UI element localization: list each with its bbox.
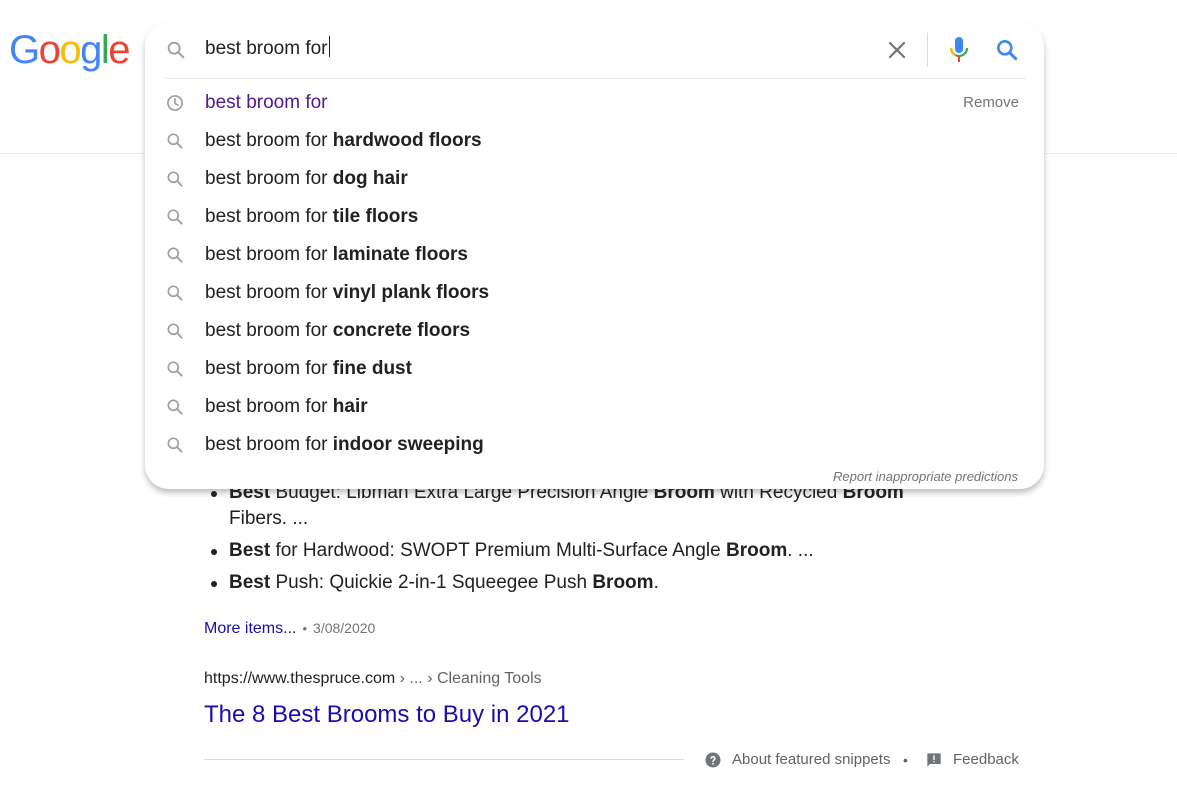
search-icon — [167, 437, 183, 453]
suggestion-prefix: best broom for — [205, 206, 333, 227]
logo-letter: o — [59, 28, 81, 72]
suggestion-prefix: best broom for — [205, 92, 328, 113]
snippet-highlight: Best — [229, 540, 271, 561]
logo-letter: e — [108, 28, 130, 72]
search-input[interactable]: best broom for — [205, 36, 330, 62]
suggestion-item[interactable]: best broom for hardwood floors — [145, 122, 1044, 160]
suggestion-text: best broom for hair — [205, 394, 368, 420]
suggestion-text: best broom for — [205, 90, 328, 116]
search-box: best broom for best broom for Remove best … — [145, 22, 1044, 489]
suggestion-item[interactable]: best broom for concrete floors — [145, 312, 1044, 350]
suggestion-text: best broom for tile floors — [205, 204, 418, 230]
suggestion-prefix: best broom for — [205, 396, 333, 417]
suggestion-item[interactable]: best broom for hair — [145, 388, 1044, 426]
history-clock-icon — [167, 95, 183, 111]
result-url[interactable]: https://www.thespruce.com › ... › Cleani… — [204, 668, 542, 690]
suggestion-text: best broom for dog hair — [205, 166, 408, 192]
snippet-list-item: Best Push: Quickie 2-in-1 Squeegee Push … — [211, 570, 964, 596]
result-url-domain: https://www.thespruce.com — [204, 670, 396, 687]
snippet-text: Fibers. ... — [229, 508, 309, 529]
suggestion-completion: dog hair — [332, 168, 408, 189]
suggestion-text: best broom for fine dust — [205, 356, 412, 382]
search-icon — [167, 41, 185, 59]
suggestion-item[interactable]: best broom for indoor sweeping — [145, 426, 1044, 464]
search-icon — [167, 323, 183, 339]
footer-separator-dot: • — [903, 752, 908, 768]
remove-history-button[interactable]: Remove — [963, 94, 1019, 111]
suggestion-prefix: best broom for — [205, 282, 333, 303]
suggestion-completion: concrete floors — [332, 320, 471, 341]
suggestion-item[interactable]: best broom for fine dust — [145, 350, 1044, 388]
suggestion-completion: laminate floors — [332, 244, 468, 265]
suggestion-completion: indoor sweeping — [332, 434, 484, 455]
dropdown-separator — [163, 78, 1026, 79]
suggestion-prefix: best broom for — [205, 168, 333, 189]
about-featured-snippets[interactable]: About featured snippets — [704, 749, 890, 771]
snippet-text: Push: Quickie 2-in-1 Squeegee Push — [270, 572, 593, 593]
suggestion-completion: vinyl plank floors — [332, 282, 490, 303]
feedback-label: Feedback — [953, 751, 1019, 768]
logo-letter: o — [38, 28, 61, 72]
search-icon — [167, 285, 183, 301]
snippet-text: for Hardwood: SWOPT Premium Multi-Surfac… — [270, 540, 726, 561]
snippet-highlight: Broom — [592, 572, 654, 593]
suggestion-completion: tile floors — [332, 206, 419, 227]
input-divider — [927, 33, 928, 67]
suggestion-list: best broom for Remove best broom for hardw… — [145, 84, 1044, 464]
snippet-text: . ... — [787, 540, 814, 561]
result-url-breadcrumb: › ... › Cleaning Tools — [395, 670, 542, 687]
snippet-date: 3/08/2020 — [313, 620, 376, 636]
suggestion-completion: hardwood floors — [332, 130, 482, 151]
suggestion-text: best broom for laminate floors — [205, 242, 468, 268]
suggestion-text: best broom for concrete floors — [205, 318, 470, 344]
text-caret — [328, 36, 330, 57]
featured-snippet: Best Budget: Libman Extra Large Precisio… — [204, 480, 964, 602]
suggestion-prefix: best broom for — [205, 320, 333, 341]
suggestion-item[interactable]: best broom for Remove — [145, 84, 1044, 122]
search-icon — [167, 133, 183, 149]
snippet-list: Best Budget: Libman Extra Large Precisio… — [204, 480, 964, 596]
suggestion-prefix: best broom for — [205, 244, 333, 265]
search-icon — [167, 171, 183, 187]
suggestion-item[interactable]: best broom for dog hair — [145, 160, 1044, 198]
suggestion-text: best broom for indoor sweeping — [205, 432, 484, 458]
search-submit-icon[interactable] — [994, 37, 1020, 63]
logo-letter: l — [100, 28, 110, 72]
feedback-icon — [927, 753, 941, 767]
google-logo[interactable]: Google — [9, 26, 130, 74]
search-query-text: best broom for — [205, 38, 328, 59]
suggestion-item[interactable]: best broom for tile floors — [145, 198, 1044, 236]
suggestion-prefix: best broom for — [205, 130, 333, 151]
logo-letter: G — [9, 28, 40, 72]
suggestion-prefix: best broom for — [205, 358, 333, 379]
search-icon — [167, 209, 183, 225]
more-items-row: More items... • 3/08/2020 — [204, 617, 375, 640]
search-icon — [167, 361, 183, 377]
suggestion-completion: hair — [332, 396, 368, 417]
feedback-link[interactable]: Feedback — [926, 749, 1019, 771]
snippet-list-item: Best for Hardwood: SWOPT Premium Multi-S… — [211, 538, 964, 564]
report-predictions-link[interactable]: Report inappropriate predictions — [833, 469, 1018, 484]
microphone-icon[interactable] — [947, 35, 971, 65]
logo-letter: g — [80, 28, 102, 72]
clear-icon[interactable] — [885, 38, 909, 62]
snippet-footer-divider — [204, 759, 684, 760]
search-input-row: best broom for — [145, 22, 1044, 78]
suggestion-completion: fine dust — [332, 358, 412, 379]
suggestion-text: best broom for vinyl plank floors — [205, 280, 489, 306]
about-featured-snippets-label: About featured snippets — [732, 751, 891, 768]
suggestion-text: best broom for hardwood floors — [205, 128, 482, 154]
search-icon — [167, 399, 183, 415]
suggestion-item[interactable]: best broom for laminate floors — [145, 236, 1044, 274]
snippet-highlight: Best — [229, 572, 271, 593]
more-items-link[interactable]: More items... — [204, 620, 296, 637]
search-icon — [167, 247, 183, 263]
separator-dot: • — [302, 621, 308, 636]
help-icon — [705, 752, 721, 768]
suggestion-item[interactable]: best broom for vinyl plank floors — [145, 274, 1044, 312]
snippet-text: . — [653, 572, 659, 593]
result-title-link[interactable]: The 8 Best Brooms to Buy in 2021 — [204, 700, 570, 730]
suggestion-prefix: best broom for — [205, 434, 333, 455]
snippet-highlight: Broom — [726, 540, 788, 561]
